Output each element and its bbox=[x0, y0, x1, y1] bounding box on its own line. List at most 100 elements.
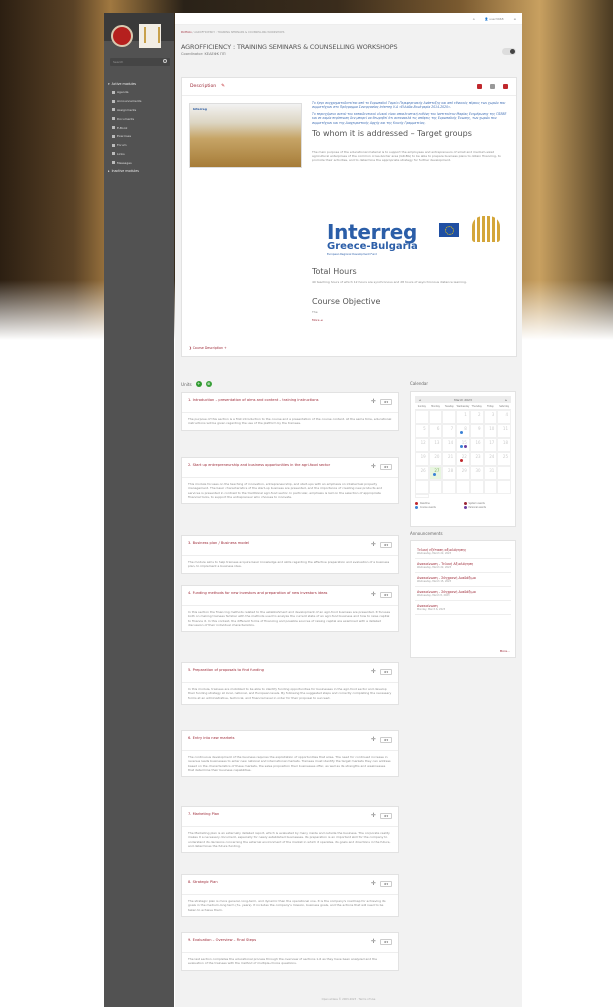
calendar-day[interactable]: 3 bbox=[483, 410, 498, 424]
breadcrumb-home[interactable]: Portfolio bbox=[181, 31, 192, 34]
sidebar-section-label: Active modules bbox=[111, 82, 137, 86]
calendar-day[interactable]: 18 bbox=[497, 438, 511, 452]
move-icon[interactable]: ✛ bbox=[371, 464, 377, 470]
add-section-icon[interactable]: ⊕ bbox=[205, 381, 212, 387]
unit-title[interactable]: 1. Introduction – presentation of aims a… bbox=[182, 393, 398, 413]
calendar-day[interactable]: 30 bbox=[469, 466, 484, 480]
calendar-day[interactable]: 21 bbox=[442, 452, 457, 466]
sidebar-item-ebook[interactable]: E-Book bbox=[104, 123, 174, 132]
menu-icon[interactable]: ≡ bbox=[513, 17, 516, 21]
event-dot[interactable] bbox=[460, 445, 464, 448]
course-description-toggle[interactable]: ❯ Course Description + bbox=[189, 346, 227, 350]
calendar-day[interactable]: 1 bbox=[456, 410, 470, 424]
event-dot[interactable] bbox=[432, 473, 436, 476]
prev-month-icon[interactable]: ◂ bbox=[419, 398, 421, 402]
move-icon[interactable]: ✛ bbox=[371, 813, 377, 819]
calendar-day[interactable]: 20 bbox=[428, 452, 443, 466]
search-icon[interactable] bbox=[163, 59, 167, 63]
unit-title[interactable]: 6. Entry into new markets bbox=[182, 731, 398, 751]
search-input[interactable]: Search bbox=[110, 58, 170, 66]
calendar-day[interactable]: 31 bbox=[483, 466, 498, 480]
add-unit-icon[interactable]: + bbox=[195, 381, 202, 387]
calendar-day[interactable]: 15 bbox=[456, 438, 470, 452]
calendar-day[interactable]: 11 bbox=[497, 424, 511, 438]
calendar-day[interactable]: 24 bbox=[483, 452, 498, 466]
sidebar-item-links[interactable]: Links bbox=[104, 149, 174, 158]
sidebar-item-announcements[interactable]: Announcements bbox=[104, 97, 174, 106]
user-menu[interactable]: 👤 user3468 bbox=[485, 17, 504, 21]
sidebar-item-messages[interactable]: Messages bbox=[104, 158, 174, 167]
calendar-day[interactable]: 28 bbox=[442, 466, 457, 480]
announcement-item[interactable]: Ανακοίνωση - Σύγχρονή Διαδάξιμο Wednesday… bbox=[415, 573, 511, 587]
unit-actions-dropdown[interactable]: ⚙▾ bbox=[380, 399, 392, 405]
unit-title[interactable]: 7. Marketing Plan bbox=[182, 807, 398, 827]
calendar-day[interactable]: 29 bbox=[456, 466, 470, 480]
unit-title[interactable]: 3. Business plan / Business model bbox=[182, 536, 398, 556]
sidebar-section-inactive[interactable]: ▸ Inactive modules bbox=[104, 167, 174, 175]
next-month-icon[interactable]: ▸ bbox=[505, 398, 507, 402]
sidebar-item-agenda[interactable]: Agenda bbox=[104, 88, 174, 97]
calendar-day[interactable]: 6 bbox=[428, 424, 443, 438]
unit-actions-dropdown[interactable]: ⚙▾ bbox=[380, 939, 392, 945]
move-icon[interactable]: ✛ bbox=[371, 881, 377, 887]
unit-actions-dropdown[interactable]: ⚙▾ bbox=[380, 592, 392, 598]
logo[interactable] bbox=[106, 16, 166, 56]
unit-actions-dropdown[interactable]: ⚙▾ bbox=[380, 464, 392, 470]
unit-actions-dropdown[interactable]: ⚙▾ bbox=[380, 542, 392, 548]
edit-pencil-icon[interactable]: ✎ bbox=[221, 84, 225, 89]
calendar-day[interactable]: 25 bbox=[497, 452, 511, 466]
unit-actions-dropdown[interactable]: ⚙▾ bbox=[380, 737, 392, 743]
wrench-icon[interactable] bbox=[490, 84, 495, 89]
move-icon[interactable]: ✛ bbox=[371, 939, 377, 945]
announcements-more-link[interactable]: More... bbox=[500, 649, 510, 653]
calendar-day[interactable]: 9 bbox=[469, 424, 484, 438]
calendar-day[interactable]: 26 bbox=[415, 466, 429, 480]
unit-title[interactable]: 5. Preparation of proposals to find fund… bbox=[182, 663, 398, 683]
calendar-day[interactable]: 13 bbox=[428, 438, 443, 452]
users-icon[interactable] bbox=[477, 84, 482, 89]
unit-title[interactable]: 9. Evaluation – Overview – Final Steps bbox=[182, 933, 398, 953]
sidebar-section-active[interactable]: ▾ Active modules bbox=[104, 80, 174, 88]
calendar-day[interactable]: 16 bbox=[469, 438, 484, 452]
unit-title[interactable]: 2. Start up entrepreneurship and busines… bbox=[182, 458, 398, 478]
unit-actions-dropdown[interactable]: ⚙▾ bbox=[380, 881, 392, 887]
calendar-day[interactable]: 17 bbox=[483, 438, 498, 452]
announcement-item[interactable]: Τελική εξέταση αξιολόγησης Wednesday, Mar… bbox=[415, 545, 511, 559]
sidebar-item-forum[interactable]: Forum bbox=[104, 141, 174, 150]
home-icon[interactable]: ⌂ bbox=[473, 17, 475, 21]
calendar-day[interactable]: 2 bbox=[469, 410, 484, 424]
lock-icon[interactable] bbox=[503, 84, 508, 89]
visibility-toggle[interactable] bbox=[502, 48, 516, 55]
announcement-item[interactable]: Ανακοίνωση Monday, March 6, 2023 bbox=[415, 601, 511, 615]
more-link[interactable]: More ➜ bbox=[312, 318, 506, 322]
calendar-day[interactable]: 5 bbox=[415, 424, 429, 438]
calendar-day[interactable]: 23 bbox=[469, 452, 484, 466]
move-icon[interactable]: ✛ bbox=[371, 737, 377, 743]
move-icon[interactable]: ✛ bbox=[371, 669, 377, 675]
sidebar-item-assignments[interactable]: Assignments bbox=[104, 106, 174, 115]
sidebar-item-documents[interactable]: Documents bbox=[104, 114, 174, 123]
calendar-day[interactable]: 7 bbox=[442, 424, 457, 438]
unit-actions-dropdown[interactable]: ⚙▾ bbox=[380, 813, 392, 819]
event-dot[interactable] bbox=[460, 431, 464, 434]
calendar-day[interactable]: 12 bbox=[415, 438, 429, 452]
event-dot[interactable] bbox=[464, 445, 468, 448]
calendar-day[interactable]: 22 bbox=[456, 452, 470, 466]
move-icon[interactable]: ✛ bbox=[371, 399, 377, 405]
calendar-day[interactable]: 14 bbox=[442, 438, 457, 452]
unit-title[interactable]: 8. Strategic Plan bbox=[182, 875, 398, 895]
calendar-day[interactable]: 27 bbox=[428, 466, 443, 480]
announcement-item[interactable]: Ανακοίνωση - Τελική Αξιολόγηση Wednesday,… bbox=[415, 559, 511, 573]
announcements-title: Announcements bbox=[410, 531, 443, 536]
unit-title[interactable]: 4. Funding methods for new investors and… bbox=[182, 586, 398, 606]
calendar-day[interactable]: 4 bbox=[497, 410, 511, 424]
calendar-day[interactable]: 8 bbox=[456, 424, 470, 438]
move-icon[interactable]: ✛ bbox=[371, 542, 377, 548]
event-dot[interactable] bbox=[460, 459, 464, 462]
calendar-day[interactable]: 10 bbox=[483, 424, 498, 438]
move-icon[interactable]: ✛ bbox=[371, 592, 377, 598]
unit-actions-dropdown[interactable]: ⚙▾ bbox=[380, 669, 392, 675]
announcement-item[interactable]: Ανακοίνωση - Σύγχρονή Διαδάξιμο Wednesday… bbox=[415, 587, 511, 601]
sidebar-item-exercises[interactable]: Exercises bbox=[104, 132, 174, 141]
calendar-day[interactable]: 19 bbox=[415, 452, 429, 466]
